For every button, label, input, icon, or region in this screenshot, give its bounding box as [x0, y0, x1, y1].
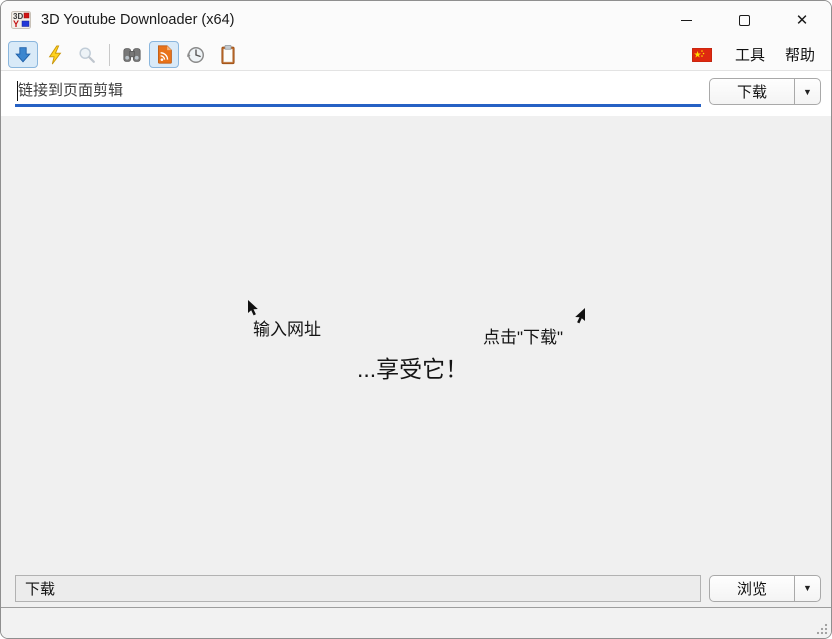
save-path-value: 下载 [25, 578, 55, 599]
download-button[interactable]: 下载 [710, 79, 794, 104]
app-logo-icon: 3D Y [11, 11, 31, 29]
browser-monitor-button[interactable] [117, 41, 147, 68]
maximize-icon [739, 15, 750, 26]
bottom-bar: 下载 浏览 ▼ [1, 569, 831, 607]
url-bar: 下载 ▼ [1, 71, 831, 116]
history-button[interactable] [181, 41, 211, 68]
save-path-field[interactable]: 下载 [15, 575, 701, 602]
close-icon: ✕ [796, 13, 809, 28]
titlebar: 3D Y 3D Youtube Downloader (x64) ✕ [1, 1, 831, 39]
menu-tools[interactable]: 工具 [725, 40, 775, 69]
chevron-down-icon: ▼ [803, 87, 812, 97]
toolbar-separator [109, 44, 110, 66]
clipboard-icon [219, 44, 237, 65]
history-clock-icon [186, 45, 206, 65]
toolbar: ★ 工具 帮助 [1, 39, 831, 71]
text-caret [17, 81, 18, 101]
lightning-icon [46, 45, 64, 65]
status-bar [1, 607, 831, 638]
browse-button[interactable]: 浏览 [710, 576, 794, 601]
app-window: 3D Y 3D Youtube Downloader (x64) ✕ [0, 0, 832, 639]
rss-feed-icon [155, 44, 174, 65]
language-button[interactable]: ★ [689, 41, 715, 68]
quick-download-button[interactable] [40, 41, 70, 68]
maximize-button[interactable] [715, 1, 773, 39]
minimize-icon [681, 20, 692, 21]
download-split-button: 下载 ▼ [709, 78, 821, 105]
clipboard-button[interactable] [213, 41, 243, 68]
search-icon [77, 45, 97, 65]
download-arrow-icon [13, 45, 33, 65]
url-input-wrap [15, 77, 701, 107]
browse-split-button: 浏览 ▼ [709, 575, 821, 602]
window-title: 3D Youtube Downloader (x64) [41, 12, 234, 28]
feed-button[interactable] [149, 41, 179, 68]
hint-click-download: 点击"下载" [483, 323, 563, 348]
search-button[interactable] [72, 41, 102, 68]
hint-enjoy: ...享受它！ [357, 350, 468, 384]
window-controls: ✕ [657, 1, 831, 39]
binoculars-icon [121, 45, 143, 65]
download-mode-button[interactable] [8, 41, 38, 68]
cursor-arrow-ne-icon [574, 308, 586, 325]
svg-text:Y: Y [13, 19, 19, 29]
hint-enter-url: 输入网址 [253, 315, 321, 340]
menu-help[interactable]: 帮助 [775, 40, 825, 69]
download-dropdown-button[interactable]: ▼ [794, 79, 820, 104]
resize-grip[interactable] [815, 622, 828, 635]
minimize-button[interactable] [657, 1, 715, 39]
url-input[interactable] [15, 77, 701, 107]
browse-dropdown-button[interactable]: ▼ [794, 576, 820, 601]
chevron-down-icon: ▼ [803, 583, 812, 593]
svg-text:★: ★ [693, 50, 701, 60]
main-area: 输入网址 点击"下载" ...享受它！ [1, 116, 831, 569]
china-flag-icon: ★ [692, 48, 712, 62]
close-button[interactable]: ✕ [773, 1, 831, 39]
